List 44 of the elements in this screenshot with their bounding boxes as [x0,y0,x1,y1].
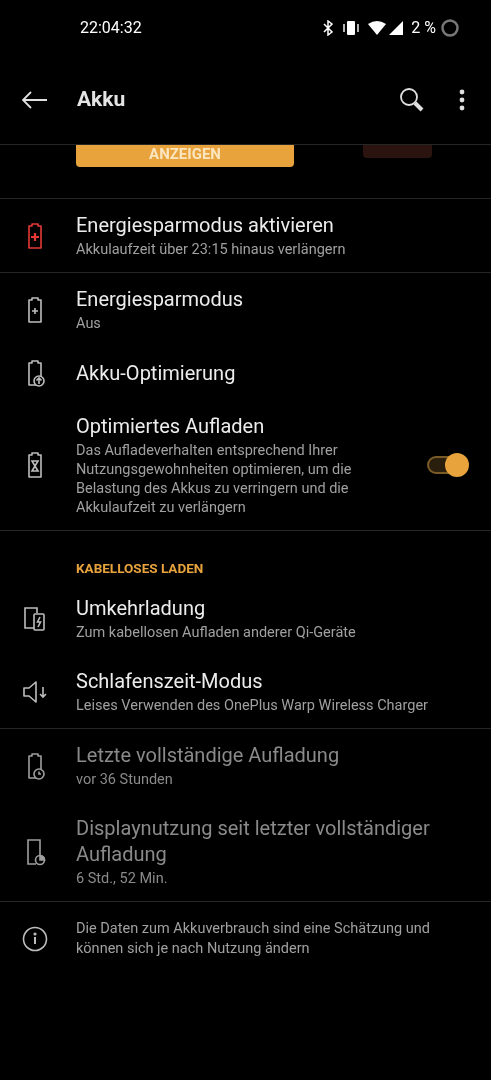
item-subtitle: Aus [76,314,102,333]
item-title: Energiesparmodus aktivieren [76,212,335,238]
item-subtitle: vor 36 Stunden [76,770,174,790]
toggle-switch[interactable] [427,456,467,474]
settings-item[interactable]: Optimiertes Aufladen Das Aufladeverhalten entsprechend Ihrer Nutzungsgewohnheiten optimieren, um die Belastung des Akkus zu verringern und die Akkulaufzeit zu verlängern [0,400,491,530]
settings-item[interactable]: Akku-Optimierung [0,346,491,400]
vibrate-icon [342,19,361,36]
battery-percent: 2 % [411,16,436,39]
info-text: Die Daten zum Akkuverbrauch sind eine Schätzung und können sich je nach Nutzung ändern [76,919,431,960]
info-icon [22,926,48,953]
page-title: Akku [77,85,126,113]
item-subtitle: Akkulaufzeit über 23:15 hinaus verlängern [76,240,347,259]
phone-charge-icon [22,604,48,633]
signal-icon [389,20,404,35]
item-title: Akku-Optimierung [76,360,237,386]
item-title: Schlafenszeit-Modus [76,668,264,695]
item-subtitle: Das Aufladeverhalten entsprechend Ihrer Nutzungsgewohnheiten optimieren, um die Belastung des Akkus zu verringern und die Akkulaufzeit zu verlängern [76,441,353,517]
battery-upload-icon [25,359,45,387]
phone-usage-icon [24,837,46,866]
battery-plus-icon [25,295,45,324]
item-title: Displaynutzung seit letzter vollständiger Aufladung [76,815,431,868]
settings-item[interactable]: Umkehrladung Zum kabellosen Aufladen anderer Qi-Geräte [0,582,491,656]
settings-item[interactable]: Energiesparmodus Aus [0,273,491,346]
search-icon[interactable] [399,86,425,113]
settings-item[interactable]: Schlafenszeit-Modus Leises Verwenden des OnePlus Warp Wireless Charger [0,655,491,729]
status-time: 22:04:32 [80,16,142,39]
bluetooth-icon [322,19,335,36]
card-background [363,145,432,158]
item-title: Optimiertes Aufladen [76,413,266,439]
battery-clock-icon [25,751,45,780]
section-header: KABELLOSES LADEN [75,559,205,578]
item-subtitle: Zum kabellosen Aufladen anderer Qi-Geräte [76,623,357,643]
settings-item[interactable]: Energiesparmodus aktivieren Akkulaufzeit über 23:15 hinaus verlängern [0,199,491,272]
wifi-icon [368,20,387,35]
item-subtitle: 6 Std., 52 Min. [76,869,169,889]
item-title: Energiesparmodus [76,286,245,312]
back-arrow-icon[interactable] [22,90,48,109]
item-title: Letzte vollständige Aufladung [76,742,341,769]
battery-plus-icon [25,221,45,250]
battery-hourglass-icon [25,451,45,479]
item-title: Umkehrladung [76,595,207,622]
item-subtitle: Leises Verwenden des OnePlus Warp Wireless Charger [76,696,429,716]
battery-ring-icon [441,18,459,37]
more-menu-icon[interactable] [459,88,465,111]
